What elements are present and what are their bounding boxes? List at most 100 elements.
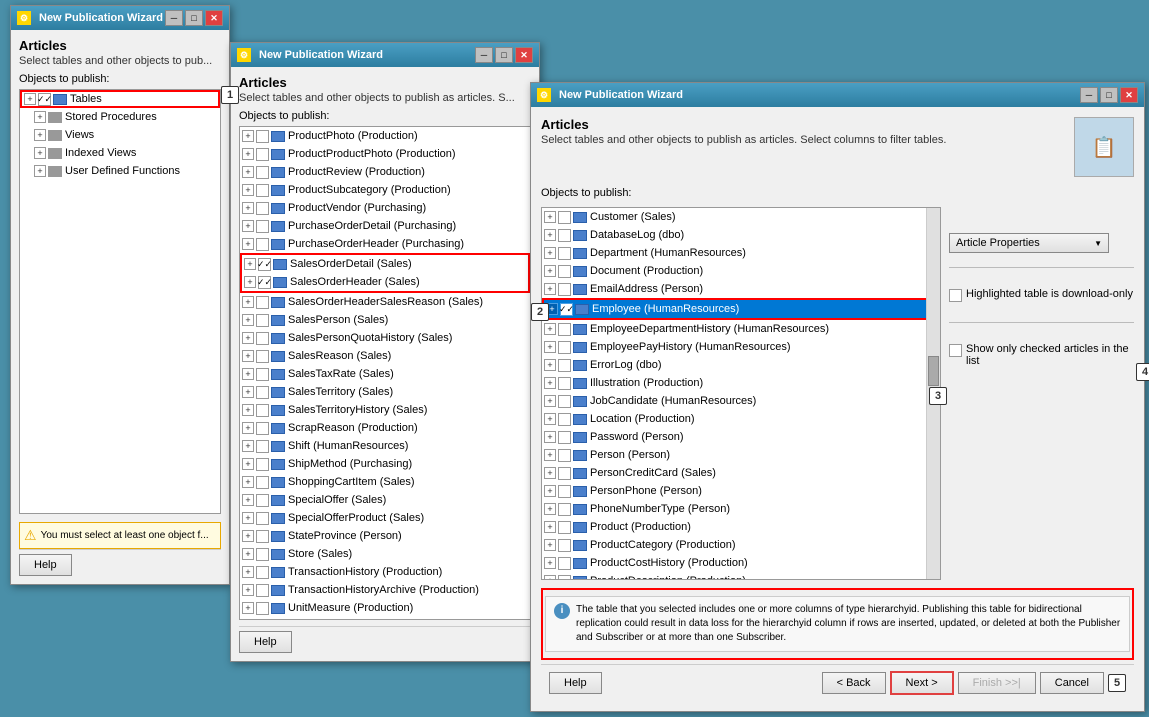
expand-views[interactable]: + [34, 129, 46, 141]
w2-cb-2[interactable] [256, 166, 269, 179]
w2-item-5[interactable]: + PurchaseOrderDetail (Purchasing) [240, 217, 530, 235]
w3-item-9[interactable]: + Illustration (Production) [542, 374, 940, 392]
w2-item-18[interactable]: + ShipMethod (Purchasing) [240, 455, 530, 473]
window3-next-btn[interactable]: Next > [890, 671, 954, 695]
w2-cb-6[interactable] [256, 238, 269, 251]
w2-exp-0[interactable]: + [242, 130, 254, 142]
w2-cb-12[interactable] [256, 350, 269, 363]
w2-item-3[interactable]: + ProductSubcategory (Production) [240, 181, 530, 199]
w2-item-12[interactable]: + SalesReason (Sales) [240, 347, 530, 365]
w2-exp-1[interactable]: + [242, 148, 254, 160]
w3-item-15[interactable]: + PersonPhone (Person) [542, 482, 940, 500]
w3-item-2[interactable]: + Department (HumanResources) [542, 244, 940, 262]
w2-cb-15[interactable] [256, 404, 269, 417]
highlighted-table-checkbox[interactable] [949, 289, 962, 302]
expand-iv[interactable]: + [34, 147, 46, 159]
w2-exp-18[interactable]: + [242, 458, 254, 470]
w3-cb-4[interactable] [558, 283, 571, 296]
w2-exp-13[interactable]: + [242, 368, 254, 380]
w3-exp-10[interactable]: + [544, 395, 556, 407]
w3-exp-3[interactable]: + [544, 265, 556, 277]
w2-cb-7[interactable]: ✓ [258, 258, 271, 271]
w3-cb-14[interactable] [558, 467, 571, 480]
w3-cb-6[interactable] [558, 323, 571, 336]
w2-exp-2[interactable]: + [242, 166, 254, 178]
expand-tables[interactable]: + [24, 93, 36, 105]
w3-exp-18[interactable]: + [544, 539, 556, 551]
w2-cb-23[interactable] [256, 548, 269, 561]
w2-exp-14[interactable]: + [242, 386, 254, 398]
w2-exp-3[interactable]: + [242, 184, 254, 196]
window1-tree[interactable]: + ✓ Tables + Stored Procedures + Views +… [19, 89, 221, 514]
w3-item-1[interactable]: + DatabaseLog (dbo) [542, 226, 940, 244]
w3-cb-19[interactable] [558, 557, 571, 570]
w2-cb-5[interactable] [256, 220, 269, 233]
w3-item-7[interactable]: + EmployeePayHistory (HumanResources) [542, 338, 940, 356]
w2-exp-26[interactable]: + [242, 602, 254, 614]
w3-item-3[interactable]: + Document (Production) [542, 262, 940, 280]
w3-exp-9[interactable]: + [544, 377, 556, 389]
w2-exp-19[interactable]: + [242, 476, 254, 488]
w3-exp-17[interactable]: + [544, 521, 556, 533]
w2-item-16[interactable]: + ScrapReason (Production) [240, 419, 530, 437]
w2-cb-21[interactable] [256, 512, 269, 525]
w2-item-24[interactable]: + TransactionHistory (Production) [240, 563, 530, 581]
w3-item-13[interactable]: + Person (Person) [542, 446, 940, 464]
w2-item-14[interactable]: + SalesTerritory (Sales) [240, 383, 530, 401]
scrollbar-thumb[interactable] [928, 356, 939, 386]
w2-item-27[interactable]: + Vendor (Purchasing) [240, 617, 530, 620]
w3-exp-6[interactable]: + [544, 323, 556, 335]
w2-exp-5[interactable]: + [242, 220, 254, 232]
w3-cb-20[interactable] [558, 575, 571, 581]
w2-cb-9[interactable] [256, 296, 269, 309]
w3-cb-0[interactable] [558, 211, 571, 224]
w2-exp-9[interactable]: + [242, 296, 254, 308]
w2-exp-7[interactable]: + [244, 258, 256, 270]
w3-exp-20[interactable]: + [544, 575, 556, 580]
w2-item-0[interactable]: + ProductPhoto (Production) [240, 127, 530, 145]
w2-item-8[interactable]: + ✓ SalesOrderHeader (Sales) [242, 273, 528, 291]
w3-exp-15[interactable]: + [544, 485, 556, 497]
w2-cb-8[interactable]: ✓ [258, 276, 271, 289]
w3-exp-4[interactable]: + [544, 283, 556, 295]
w3-exp-0[interactable]: + [544, 211, 556, 223]
w3-item-17[interactable]: + Product (Production) [542, 518, 940, 536]
w2-cb-20[interactable] [256, 494, 269, 507]
expand-udf[interactable]: + [34, 165, 46, 177]
w3-exp-14[interactable]: + [544, 467, 556, 479]
tree-item-udf[interactable]: + User Defined Functions [20, 162, 220, 180]
tree-item-tables[interactable]: + ✓ Tables [20, 90, 220, 108]
w3-exp-8[interactable]: + [544, 359, 556, 371]
w2-cb-11[interactable] [256, 332, 269, 345]
w3-cb-10[interactable] [558, 395, 571, 408]
w3-cb-7[interactable] [558, 341, 571, 354]
w2-exp-24[interactable]: + [242, 566, 254, 578]
w3-item-12[interactable]: + Password (Person) [542, 428, 940, 446]
article-properties-dropdown[interactable]: Article Properties ▼ [949, 233, 1109, 253]
w3-cb-12[interactable] [558, 431, 571, 444]
w3-cb-15[interactable] [558, 485, 571, 498]
w3-item-6[interactable]: + EmployeeDepartmentHistory (HumanResour… [542, 320, 940, 338]
w3-exp-16[interactable]: + [544, 503, 556, 515]
w2-cb-25[interactable] [256, 584, 269, 597]
w2-cb-13[interactable] [256, 368, 269, 381]
w2-cb-14[interactable] [256, 386, 269, 399]
w2-item-26[interactable]: + UnitMeasure (Production) [240, 599, 530, 617]
expand-sp[interactable]: + [34, 111, 46, 123]
w3-exp-19[interactable]: + [544, 557, 556, 569]
w2-cb-1[interactable] [256, 148, 269, 161]
w2-item-21[interactable]: + SpecialOfferProduct (Sales) [240, 509, 530, 527]
w3-item-8[interactable]: + ErrorLog (dbo) [542, 356, 940, 374]
window2-minimize[interactable]: ─ [475, 47, 493, 63]
window3-back-btn[interactable]: < Back [822, 672, 886, 694]
w2-cb-22[interactable] [256, 530, 269, 543]
window3-close[interactable]: ✕ [1120, 87, 1138, 103]
w2-exp-6[interactable]: + [242, 238, 254, 250]
w3-cb-17[interactable] [558, 521, 571, 534]
w2-exp-12[interactable]: + [242, 350, 254, 362]
w2-exp-4[interactable]: + [242, 202, 254, 214]
w2-item-4[interactable]: + ProductVendor (Purchasing) [240, 199, 530, 217]
w3-exp-11[interactable]: + [544, 413, 556, 425]
window1-maximize[interactable]: □ [185, 10, 203, 26]
w2-cb-24[interactable] [256, 566, 269, 579]
